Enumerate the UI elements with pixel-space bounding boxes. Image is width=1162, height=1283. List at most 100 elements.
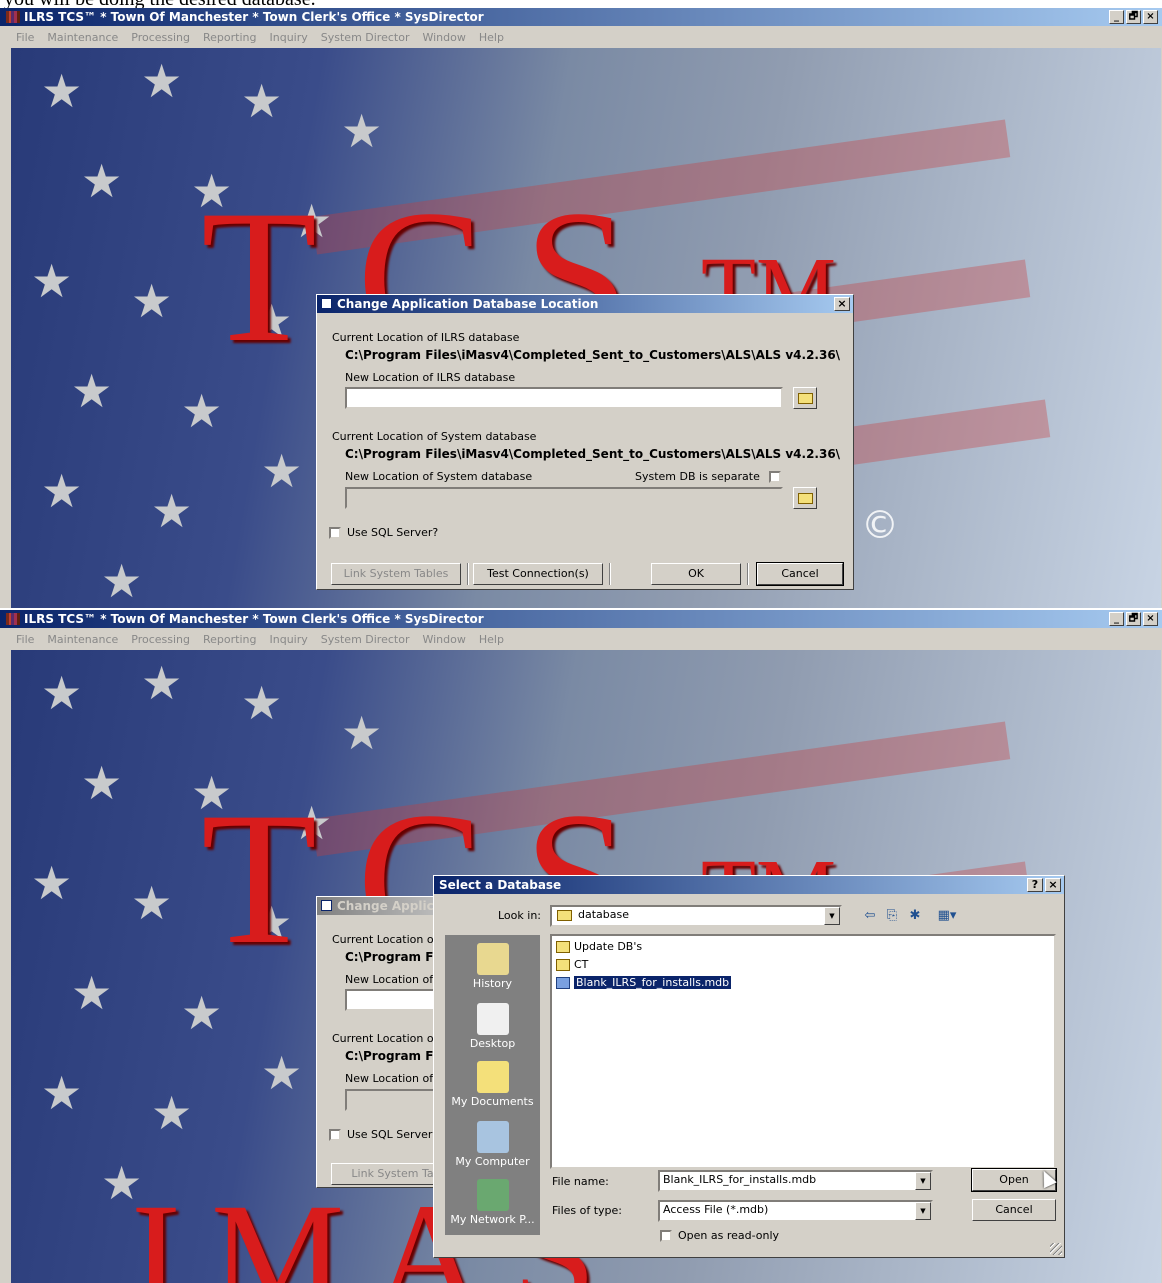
current-ilrs-label: Current Location ol (332, 933, 437, 946)
new-folder-icon[interactable]: ✱ (907, 909, 923, 923)
minimize-button[interactable]: _ (1109, 10, 1124, 24)
resize-grip-icon[interactable] (1050, 1243, 1062, 1255)
close-button[interactable]: × (1143, 10, 1158, 24)
browse-system-button[interactable] (793, 487, 817, 509)
app-titlebar[interactable]: ILRS TCS™ * Town Of Manchester * Town Cl… (0, 610, 1162, 628)
menu-maintenance[interactable]: Maintenance (47, 633, 118, 646)
read-only-label: Open as read-only (678, 1229, 780, 1242)
folder-icon (798, 493, 813, 504)
change-db-title: Change Applica (337, 899, 442, 913)
restore-button[interactable]: 🗗 (1126, 10, 1141, 24)
copyright-symbol: © (861, 503, 899, 547)
menu-processing[interactable]: Processing (131, 31, 190, 44)
menu-window[interactable]: Window (422, 633, 465, 646)
current-ilrs-value: C:\Program Files\iMasv4\Completed_Sent_t… (345, 348, 841, 362)
app-titlebar[interactable]: ILRS TCS™ * Town Of Manchester * Town Cl… (0, 8, 1162, 26)
up-folder-icon[interactable]: ⎘ (884, 909, 900, 923)
close-button[interactable]: × (1143, 612, 1158, 626)
folder-icon (556, 941, 570, 953)
app-title: ILRS TCS™ * Town Of Manchester * Town Cl… (24, 10, 484, 24)
select-db-dialog: Select a Database ? × Look in: database … (433, 875, 1065, 1258)
system-separate-label: System DB is separate (635, 470, 760, 483)
folder-icon (557, 910, 572, 921)
my-documents-icon (476, 1061, 509, 1093)
dialog-close-button[interactable]: × (1045, 878, 1061, 892)
change-db-title: Change Application Database Location (337, 297, 599, 311)
restore-button[interactable]: 🗗 (1126, 612, 1141, 626)
link-system-tables-button[interactable]: Link System Tab (331, 1163, 445, 1185)
places-my-computer[interactable]: My Computer (445, 1121, 540, 1168)
menu-reporting[interactable]: Reporting (203, 31, 256, 44)
network-icon (476, 1179, 509, 1211)
menu-file[interactable]: File (16, 31, 34, 44)
menu-system-director[interactable]: System Director (321, 31, 410, 44)
folder-icon (556, 959, 570, 971)
current-system-label: Current Location of System database (332, 430, 537, 443)
menu-window[interactable]: Window (422, 31, 465, 44)
current-system-value: C:\Program Files\iMasv4\Completed_Sent_t… (345, 447, 841, 461)
new-ilrs-input[interactable] (345, 989, 445, 1011)
change-db-titlebar[interactable]: Change Applica (317, 897, 445, 915)
dialog-window-icon (321, 900, 332, 911)
use-sql-label: Use SQL Server? (347, 526, 439, 539)
current-ilrs-value: C:\Program Fil (345, 950, 442, 964)
chevron-down-icon[interactable]: ▼ (915, 1172, 931, 1190)
read-only-checkbox[interactable] (660, 1230, 672, 1242)
minimize-button[interactable]: _ (1109, 612, 1124, 626)
test-connection-button[interactable]: Test Connection(s) (473, 563, 603, 585)
files-of-type-select[interactable]: Access File (*.mdb) ▼ (658, 1200, 933, 1222)
link-system-tables-button[interactable]: Link System Tables (331, 563, 461, 585)
back-arrow-icon[interactable]: ⇦ (862, 909, 878, 923)
menu-reporting[interactable]: Reporting (203, 633, 256, 646)
file-list[interactable]: Update DB's CT Blank_ILRS_for_installs.m… (550, 934, 1056, 1169)
my-computer-icon (476, 1121, 509, 1153)
menu-system-director[interactable]: System Director (321, 633, 410, 646)
dialog-window-icon (321, 298, 332, 309)
look-in-combo[interactable]: database ▼ (550, 905, 842, 927)
change-db-dialog-background: Change Applica Current Location ol C:\Pr… (316, 896, 446, 1188)
change-db-dialog: Change Application Database Location × C… (316, 294, 854, 590)
places-history[interactable]: History (445, 943, 540, 990)
use-sql-label: Use SQL Server' (347, 1128, 436, 1141)
help-button[interactable]: ? (1027, 878, 1043, 892)
list-item-selected[interactable]: Blank_ILRS_for_installs.mdb (556, 975, 732, 992)
places-bar: History Desktop My Documents My Computer… (445, 935, 540, 1235)
file-name-input[interactable]: Blank_ILRS_for_installs.mdb ▼ (658, 1170, 933, 1192)
cancel-button[interactable]: Cancel (756, 562, 844, 586)
cancel-button[interactable]: Cancel (972, 1199, 1056, 1221)
current-system-value: C:\Program Fil (345, 1049, 442, 1063)
menu-help[interactable]: Help (479, 31, 504, 44)
app-window-bottom: ILRS TCS™ * Town Of Manchester * Town Cl… (0, 610, 1162, 1283)
browse-ilrs-button[interactable] (793, 387, 817, 409)
system-separate-checkbox[interactable] (769, 471, 781, 483)
menu-file[interactable]: File (16, 633, 34, 646)
history-icon (476, 943, 509, 975)
ok-button[interactable]: OK (651, 563, 741, 585)
select-db-titlebar[interactable]: Select a Database ? × (434, 876, 1064, 894)
new-system-label: New Location of System database (345, 470, 533, 483)
places-desktop[interactable]: Desktop (445, 1003, 540, 1050)
chevron-down-icon[interactable]: ▼ (824, 907, 840, 925)
menu-maintenance[interactable]: Maintenance (47, 31, 118, 44)
look-in-value: database (578, 908, 629, 921)
list-item[interactable]: CT (556, 957, 588, 974)
view-menu-icon[interactable]: ▦▾ (934, 909, 960, 923)
change-db-titlebar[interactable]: Change Application Database Location × (317, 295, 853, 313)
chevron-down-icon[interactable]: ▼ (915, 1202, 931, 1220)
new-ilrs-input[interactable] (345, 387, 783, 409)
file-name-label: File name: (552, 1175, 609, 1188)
current-ilrs-label: Current Location of ILRS database (332, 331, 520, 344)
new-system-input[interactable] (345, 1089, 445, 1111)
menu-bar: File Maintenance Processing Reporting In… (0, 26, 1162, 48)
menu-inquiry[interactable]: Inquiry (270, 31, 308, 44)
places-my-network[interactable]: My Network P... (445, 1179, 540, 1226)
menu-inquiry[interactable]: Inquiry (270, 633, 308, 646)
list-item[interactable]: Update DB's (556, 939, 642, 956)
menu-processing[interactable]: Processing (131, 633, 190, 646)
places-my-documents[interactable]: My Documents (445, 1061, 540, 1108)
use-sql-checkbox[interactable] (329, 527, 341, 539)
dialog-close-button[interactable]: × (834, 297, 850, 311)
use-sql-checkbox[interactable] (329, 1129, 341, 1141)
menu-help[interactable]: Help (479, 633, 504, 646)
new-system-input[interactable] (345, 487, 783, 509)
